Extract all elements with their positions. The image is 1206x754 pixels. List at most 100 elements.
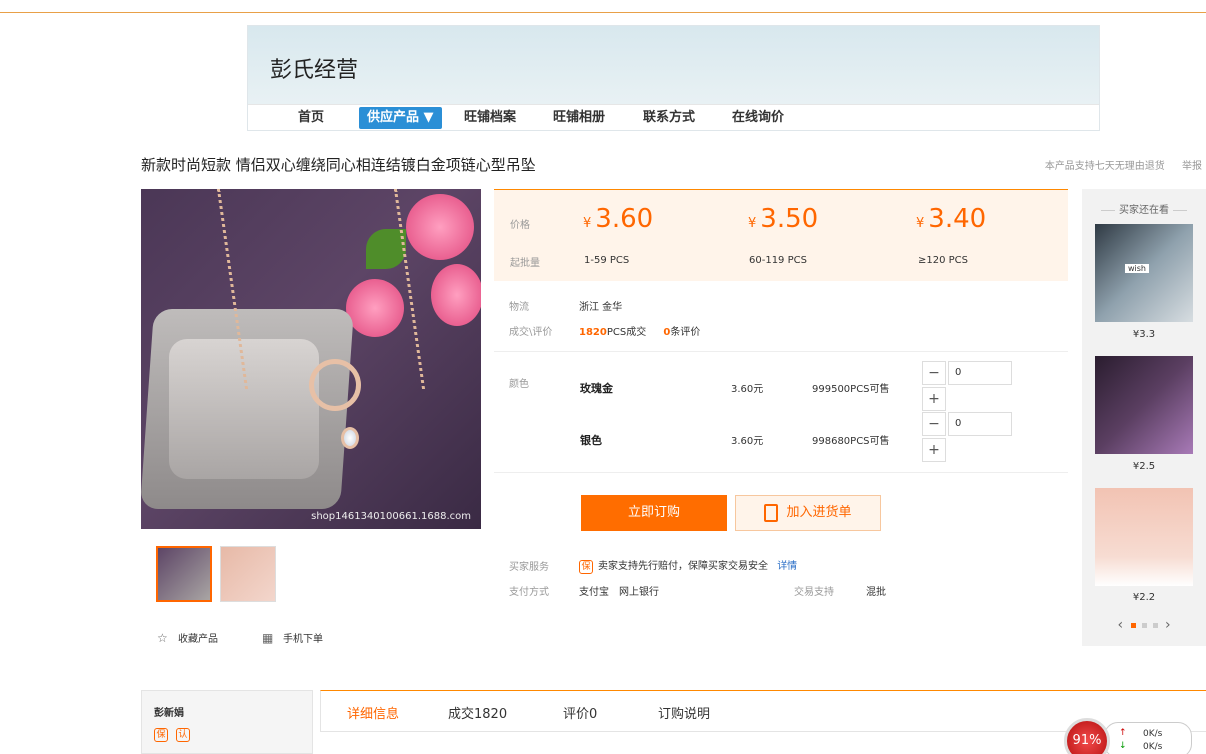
pendant-gem [341,427,359,449]
buyer-service-label: 买家服务 [509,562,549,573]
product-title: 新款时尚短款 情侣双心缠绕同心相连结镀白金项链心型吊坠 [141,156,536,174]
recommended-item-1[interactable]: wish [1095,224,1193,322]
seller-badges: 保 认 [154,726,194,742]
top-right-links: 本产品支持七天无理由退货 举报 [1031,157,1202,172]
main-product-image[interactable]: shop1461340100661.1688.com [141,189,481,529]
seller-card: 彭新娟 保 认 [141,690,313,754]
favorite-label: 收藏产品 [178,634,218,645]
range-tier-3: ≥120 PCS [918,255,969,266]
recommended-price-3: ¥2.2 [1132,592,1156,603]
recommended-price-2: ¥2.5 [1132,461,1156,472]
rose-decoration [406,194,474,260]
guarantee-icon: 保 [579,560,593,574]
thumbnail-2[interactable] [220,546,276,602]
recommended-item-2[interactable] [1095,356,1193,454]
chevron-right-icon[interactable]: › [1165,617,1171,633]
nav-album[interactable]: 旺铺相册 [545,109,613,129]
price-label: 价格 [510,220,530,231]
sku-name-rose-gold: 玫瑰金 [580,382,613,395]
tab-reviews[interactable]: 评价0 [563,703,597,722]
mobile-order-label: 手机下单 [283,634,323,645]
range-tier-2: 60-119 PCS [749,255,807,266]
quantity-input[interactable]: 0 [948,412,1012,436]
add-to-cart-label: 加入进货单 [786,505,852,520]
nav-products[interactable]: 供应产品 ▼ [359,107,442,129]
tab-order-notes[interactable]: 订购说明 [658,703,710,722]
shop-nav: 首页 供应产品 ▼ 旺铺档案 旺铺相册 联系方式 在线询价 [248,104,1099,130]
logistics-value: 浙江 金华 [579,302,623,313]
trade-support-label: 交易支持 [794,587,834,598]
nav-archive[interactable]: 旺铺档案 [456,109,524,129]
favorite-product[interactable]: ☆ 收藏产品 [157,630,218,645]
nav-inquiry[interactable]: 在线询价 [724,109,792,129]
tab-details[interactable]: 详细信息 [347,703,399,722]
sales-value: 1820PCS成交 0条评价 [579,327,701,338]
logistics-label: 物流 [509,302,529,313]
quantity-stepper-silver: − 0 + [922,412,1012,462]
seller-name[interactable]: 彭新娟 [154,704,184,719]
nav-contact[interactable]: 联系方式 [635,109,703,129]
clipboard-icon [764,503,779,522]
upload-arrow-icon: ↑ [1119,728,1127,738]
sku-name-silver: 银色 [580,434,602,447]
download-speed: 0K/s [1143,742,1163,752]
top-border [0,0,1206,13]
buyer-service-value: 保卖家支持先行赔付，保障买家交易安全 详情 [579,557,797,574]
color-label: 颜色 [509,379,529,390]
star-icon: ☆ [157,631,168,645]
quantity-input[interactable]: 0 [948,361,1012,385]
sales-count: 1820 [579,327,607,338]
memory-usage-badge[interactable]: 91% [1064,718,1110,754]
image-watermark: shop1461340100661.1688.com [311,511,471,522]
speed-panel: ↑ ↓ 0K/s 0K/s + [1104,722,1192,754]
heart-pendant [309,359,361,411]
sidebar-pager: ‹ › [1082,617,1206,633]
pager-dot[interactable] [1141,622,1147,628]
price-box: 价格 起批量 ¥3.60 ¥3.50 ¥3.40 1-59 PCS 60-119… [494,189,1068,281]
report-link[interactable]: 举报 [1182,161,1202,172]
return-policy-link[interactable]: 本产品支持七天无理由退货 [1045,161,1165,172]
sku-price-rose-gold: 3.60元 [731,384,764,395]
sku-stock-silver: 998680PCS可售 [812,436,890,447]
price-tier-1: ¥3.60 [583,204,654,234]
network-speed-widget[interactable]: ↑ ↓ 0K/s 0K/s + 91% [1064,718,1206,754]
payment-methods: 支付宝 网上银行 [579,587,659,598]
quantity-stepper-rose-gold: − 0 + [922,361,1012,411]
nav-home[interactable]: 首页 [290,109,332,129]
trade-support-value: 混批 [866,587,886,598]
upload-speed: 0K/s [1143,729,1163,739]
plus-button[interactable]: + [922,438,946,462]
price-tier-2: ¥3.50 [748,204,819,234]
sku-price-silver: 3.60元 [731,436,764,447]
tab-transactions[interactable]: 成交1820 [448,703,507,722]
necklace-chain [216,189,426,389]
chevron-left-icon[interactable]: ‹ [1117,617,1123,633]
verified-badge-icon: 认 [175,728,190,742]
shop-name: 彭氏经营 [270,58,359,83]
guarantee-badge-icon: 保 [154,728,168,742]
recommended-price-1: ¥3.3 [1132,329,1156,340]
divider [494,351,1068,352]
payment-label: 支付方式 [509,587,549,598]
mobile-order[interactable]: ▦ 手机下单 [262,630,323,645]
order-now-button[interactable]: 立即订购 [581,495,727,531]
pager-dot[interactable] [1130,622,1136,628]
shop-banner: 彭氏经营 首页 供应产品 ▼ 旺铺档案 旺铺相册 联系方式 在线询价 [247,25,1100,131]
plus-button[interactable]: + [922,387,946,411]
recommended-item-3[interactable] [1095,488,1193,586]
sidebar-title: 买家还在看 [1082,201,1206,216]
minus-button[interactable]: − [922,412,946,436]
thumbnail-1[interactable] [156,546,212,602]
qrcode-icon: ▦ [262,631,274,645]
price-tier-3: ¥3.40 [916,204,987,234]
sku-stock-rose-gold: 999500PCS可售 [812,384,890,395]
moq-label: 起批量 [510,258,540,269]
divider [494,472,1068,473]
item-tag: wish [1125,264,1150,273]
pager-dot[interactable] [1152,622,1158,628]
add-to-cart-button[interactable]: 加入进货单 [735,495,881,531]
sales-label: 成交\评价 [509,327,553,338]
details-link[interactable]: 详情 [777,561,797,572]
minus-button[interactable]: − [922,361,946,385]
also-viewed-sidebar: 买家还在看 wish ¥3.3 ¥2.5 ¥2.2 ‹ › [1082,189,1206,646]
